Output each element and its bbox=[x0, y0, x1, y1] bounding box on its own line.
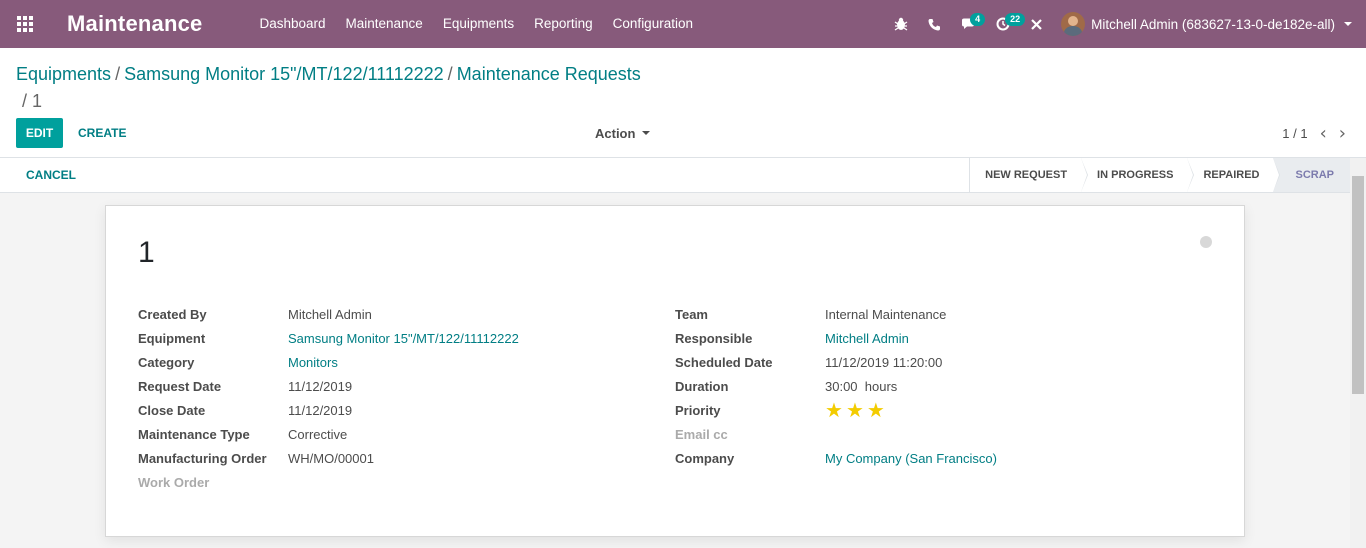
close-icon[interactable] bbox=[1020, 0, 1053, 48]
user-menu[interactable]: Mitchell Admin (683627-13-0-de182e-all) bbox=[1053, 12, 1366, 36]
status-bar: CANCEL NEW REQUEST IN PROGRESS REPAIRED … bbox=[0, 158, 1350, 193]
left-field-group: Created By Mitchell Admin Equipment Sams… bbox=[138, 302, 519, 494]
field-label: Responsible bbox=[675, 330, 753, 346]
action-dropdown[interactable]: Action bbox=[595, 118, 651, 148]
field-label: Email cc bbox=[675, 426, 728, 442]
stage-new-request[interactable]: NEW REQUEST bbox=[970, 158, 1088, 192]
breadcrumb-separator: / bbox=[115, 64, 121, 84]
field-team: Team Internal Maintenance bbox=[675, 302, 997, 326]
systray: 4 22 Mitchell Admin (683627-13-0-de182e-… bbox=[884, 0, 1366, 48]
field-value: Corrective bbox=[288, 426, 348, 442]
field-manufacturing-order: Manufacturing Order WH/MO/00001 bbox=[138, 446, 519, 470]
field-request-date: Request Date 11/12/2019 bbox=[138, 374, 519, 398]
record-title: 1 bbox=[138, 236, 155, 269]
pager-value[interactable]: 1 / 1 bbox=[1282, 126, 1307, 141]
field-created-by: Created By Mitchell Admin bbox=[138, 302, 519, 326]
breadcrumb-current: / 1 bbox=[22, 88, 42, 114]
phone-icon[interactable] bbox=[918, 0, 951, 48]
avatar bbox=[1061, 12, 1086, 36]
field-close-date: Close Date 11/12/2019 bbox=[138, 398, 519, 422]
field-label: Created By bbox=[138, 306, 207, 322]
top-navbar: Maintenance Dashboard Maintenance Equipm… bbox=[0, 0, 1366, 48]
responsible-link[interactable]: Mitchell Admin bbox=[825, 331, 909, 346]
field-value: WH/MO/00001 bbox=[288, 450, 374, 466]
right-field-group: Team Internal Maintenance Responsible Mi… bbox=[675, 302, 997, 470]
stage-in-progress[interactable]: IN PROGRESS bbox=[1081, 158, 1195, 192]
control-panel: Equipments / Samsung Monitor 15"/MT/122/11… bbox=[0, 48, 1366, 158]
edit-button[interactable]: EDIT bbox=[16, 118, 63, 148]
field-label: Team bbox=[675, 306, 708, 322]
equipment-link[interactable]: Samsung Monitor 15"/MT/122/11112222 bbox=[288, 331, 519, 346]
field-work-order: Work Order bbox=[138, 470, 519, 494]
field-label: Close Date bbox=[138, 402, 206, 418]
field-email-cc: Email cc bbox=[675, 422, 997, 446]
menu-dashboard[interactable]: Dashboard bbox=[249, 0, 335, 48]
stage-pipeline: NEW REQUEST IN PROGRESS REPAIRED SCRAP bbox=[969, 158, 1350, 192]
field-equipment: Equipment Samsung Monitor 15"/MT/122/111… bbox=[138, 326, 519, 350]
star-icon[interactable]: ★ bbox=[846, 400, 864, 420]
field-scheduled-date: Scheduled Date 11/12/2019 11:20:00 bbox=[675, 350, 997, 374]
breadcrumb-separator: / bbox=[22, 91, 33, 111]
caret-down-icon bbox=[642, 131, 651, 135]
star-icon[interactable]: ★ bbox=[825, 400, 843, 420]
field-value: 11/12/2019 bbox=[288, 378, 353, 394]
menu-reporting[interactable]: Reporting bbox=[524, 0, 603, 48]
field-maintenance-type: Maintenance Type Corrective bbox=[138, 422, 519, 446]
pager: 1 / 1 ‹ › bbox=[1282, 118, 1346, 148]
field-label: Request Date bbox=[138, 378, 222, 394]
breadcrumb-separator: / bbox=[447, 64, 453, 84]
clock-icon[interactable]: 22 bbox=[986, 0, 1026, 48]
apps-grid-icon[interactable] bbox=[0, 0, 50, 48]
messages-badge: 4 bbox=[970, 13, 986, 26]
cancel-button[interactable]: CANCEL bbox=[26, 158, 76, 192]
field-label: Work Order bbox=[138, 474, 210, 490]
field-duration: Duration 30:00 hours bbox=[675, 374, 997, 398]
field-company: Company My Company (San Francisco) bbox=[675, 446, 997, 470]
menu-maintenance[interactable]: Maintenance bbox=[336, 0, 433, 48]
caret-down-icon bbox=[1344, 22, 1352, 26]
breadcrumb: Equipments / Samsung Monitor 15"/MT/122/11… bbox=[16, 61, 716, 87]
field-label: Priority bbox=[675, 402, 721, 418]
stage-repaired[interactable]: REPAIRED bbox=[1187, 158, 1281, 192]
kanban-state-icon[interactable] bbox=[1200, 236, 1212, 248]
category-link[interactable]: Monitors bbox=[288, 355, 338, 370]
breadcrumb-equipments[interactable]: Equipments bbox=[16, 64, 111, 84]
field-value: Mitchell Admin bbox=[288, 306, 372, 322]
field-value: Internal Maintenance bbox=[825, 306, 947, 322]
field-priority: Priority ★ ★ ★ bbox=[675, 398, 997, 422]
scrollbar-thumb[interactable] bbox=[1352, 176, 1364, 394]
field-value: 11/12/2019 11:20:00 bbox=[825, 354, 943, 370]
bug-icon[interactable] bbox=[884, 0, 918, 48]
action-label: Action bbox=[595, 125, 636, 141]
field-value: 11/12/2019 bbox=[288, 402, 353, 418]
breadcrumb-equipment[interactable]: Samsung Monitor 15"/MT/122/11112222 bbox=[124, 64, 444, 84]
field-label: Category bbox=[138, 354, 195, 370]
menu-equipments[interactable]: Equipments bbox=[433, 0, 524, 48]
main-menu: Dashboard Maintenance Equipments Reporti… bbox=[249, 0, 703, 48]
menu-configuration[interactable]: Configuration bbox=[603, 0, 703, 48]
company-link[interactable]: My Company (San Francisco) bbox=[825, 451, 997, 466]
breadcrumb-current-label: 1 bbox=[32, 91, 43, 111]
star-icon[interactable]: ★ bbox=[867, 400, 885, 420]
breadcrumb-maintenance-requests[interactable]: Maintenance Requests bbox=[457, 64, 641, 84]
scrollbar[interactable] bbox=[1350, 158, 1366, 548]
create-button[interactable]: CREATE bbox=[78, 118, 126, 148]
field-label: Duration bbox=[675, 378, 729, 394]
field-responsible: Responsible Mitchell Admin bbox=[675, 326, 997, 350]
field-value: 30:00 hours bbox=[825, 378, 898, 394]
field-label: Maintenance Type bbox=[138, 426, 250, 442]
field-label: Company bbox=[675, 450, 735, 466]
priority-stars: ★ ★ ★ bbox=[825, 400, 888, 420]
field-label: Scheduled Date bbox=[675, 354, 773, 370]
chevron-right-icon[interactable]: › bbox=[1339, 123, 1346, 144]
chat-icon[interactable]: 4 bbox=[951, 0, 986, 48]
field-category: Category Monitors bbox=[138, 350, 519, 374]
field-label: Manufacturing Order bbox=[138, 450, 267, 466]
user-name: Mitchell Admin (683627-13-0-de182e-all) bbox=[1091, 16, 1335, 32]
form-sheet: 1 Created By Mitchell Admin Equipment Sa… bbox=[105, 205, 1245, 537]
app-title: Maintenance bbox=[67, 11, 203, 36]
chevron-left-icon[interactable]: ‹ bbox=[1320, 123, 1327, 144]
stage-scrap[interactable]: SCRAP bbox=[1273, 158, 1350, 192]
field-label: Equipment bbox=[138, 330, 206, 346]
